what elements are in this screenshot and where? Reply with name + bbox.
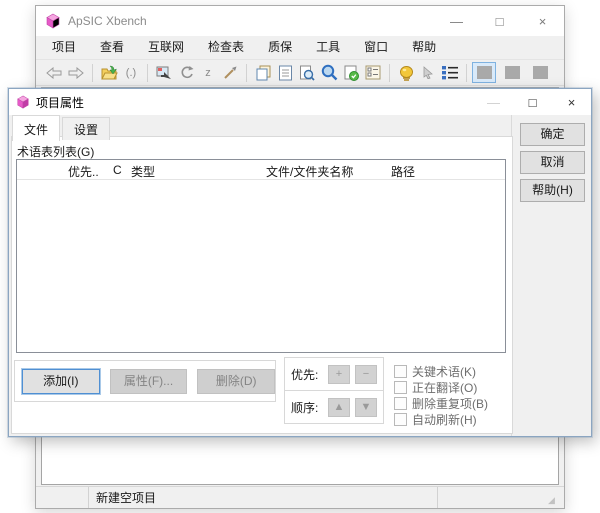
lamp-icon[interactable] bbox=[395, 62, 417, 84]
order-group: 顺序: ▲ ▼ bbox=[284, 390, 384, 424]
checkbox-ongoing-translation[interactable]: 正在翻译(O) bbox=[394, 379, 477, 396]
menu-item-project[interactable]: 项目 bbox=[40, 36, 88, 59]
checked-document-icon[interactable] bbox=[340, 62, 362, 84]
column-header-c[interactable]: C bbox=[110, 160, 128, 179]
priority-decrease-button[interactable]: − bbox=[355, 364, 377, 384]
z-icon[interactable]: z bbox=[197, 62, 219, 84]
back-icon[interactable] bbox=[43, 62, 65, 84]
glossary-list-label: 术语表列表(G) bbox=[17, 145, 95, 159]
tab-settings[interactable]: 设置 bbox=[62, 117, 111, 140]
status-bar-cell bbox=[36, 487, 89, 508]
tab-page-files: 术语表列表(G) 优先.. C 类型 文件/文件夹名称 路径 添加(I) 属性(… bbox=[11, 136, 513, 434]
brackets-icon[interactable]: (.) bbox=[120, 62, 142, 84]
main-title-bar: ApSIC Xbench — □ × bbox=[36, 6, 564, 36]
menu-item-internet[interactable]: 互联网 bbox=[136, 36, 196, 59]
list-view-icon[interactable] bbox=[439, 62, 461, 84]
column-header-type[interactable]: 类型 bbox=[128, 160, 263, 179]
status-bar: 新建空项目 ◢ bbox=[36, 486, 564, 508]
properties-button[interactable]: 属性(F)... bbox=[109, 368, 188, 394]
project-properties-dialog: 项目属性 — □ × 文件 设置 术语表列表(G) 优先.. C 类型 文件/文… bbox=[8, 88, 592, 437]
order-label: 顺序: bbox=[291, 400, 319, 415]
list-buttons-group: 添加(I) 属性(F)... 删除(D) bbox=[14, 360, 276, 402]
column-header-filename[interactable]: 文件/文件夹名称 bbox=[263, 160, 388, 179]
dialog-title-bar: 项目属性 — □ × bbox=[9, 89, 591, 115]
toolbar-separator bbox=[147, 63, 148, 82]
resize-grip[interactable]: ◢ bbox=[548, 495, 564, 508]
minimize-button[interactable]: — bbox=[435, 6, 478, 36]
column-header-path[interactable]: 路径 bbox=[388, 160, 505, 179]
dialog-close-button[interactable]: × bbox=[552, 89, 591, 115]
layout-pane-1-button[interactable] bbox=[472, 62, 496, 83]
cancel-button[interactable]: 取消 bbox=[520, 151, 585, 174]
order-down-button[interactable]: ▼ bbox=[355, 397, 377, 417]
checkbox-label: 删除重复项(B) bbox=[412, 397, 488, 411]
checkbox-key-terms[interactable]: 关键术语(K) bbox=[394, 363, 476, 380]
priority-group: 优先: + − bbox=[284, 357, 384, 391]
main-window-controls: — □ × bbox=[435, 6, 564, 36]
menu-item-qa[interactable]: 质保 bbox=[256, 36, 304, 59]
toolbar-separator bbox=[246, 63, 247, 82]
checkbox-label: 关键术语(K) bbox=[412, 365, 476, 379]
menu-item-window[interactable]: 窗口 bbox=[352, 36, 400, 59]
tab-files[interactable]: 文件 bbox=[12, 115, 61, 141]
checklist-icon[interactable] bbox=[362, 62, 384, 84]
menu-item-view[interactable]: 查看 bbox=[88, 36, 136, 59]
menu-item-help[interactable]: 帮助 bbox=[400, 36, 448, 59]
dialog-title: 项目属性 bbox=[36, 95, 85, 110]
delete-button[interactable]: 删除(D) bbox=[197, 368, 276, 394]
menu-bar: 项目 查看 互联网 检查表 质保 工具 窗口 帮助 bbox=[36, 36, 564, 59]
layout-pane-2-button[interactable] bbox=[500, 62, 524, 83]
close-button[interactable]: × bbox=[521, 6, 564, 36]
rotate-icon[interactable] bbox=[175, 62, 197, 84]
ok-button[interactable]: 确定 bbox=[520, 123, 585, 146]
column-header-blank[interactable] bbox=[17, 160, 65, 179]
toolbar-separator bbox=[466, 63, 467, 82]
dialog-minimize-button[interactable]: — bbox=[474, 89, 513, 115]
help-button[interactable]: 帮助(H) bbox=[520, 179, 585, 202]
order-up-button[interactable]: ▲ bbox=[328, 397, 350, 417]
wand-icon[interactable] bbox=[219, 62, 241, 84]
checkbox-label: 自动刷新(H) bbox=[412, 413, 477, 427]
priority-increase-button[interactable]: + bbox=[328, 364, 350, 384]
toolbar-separator bbox=[92, 63, 93, 82]
open-folder-icon[interactable] bbox=[98, 62, 120, 84]
maximize-button[interactable]: □ bbox=[478, 6, 521, 36]
search-icon[interactable] bbox=[318, 62, 340, 84]
pointer-icon[interactable] bbox=[417, 62, 439, 84]
checkbox-auto-refresh[interactable]: 自动刷新(H) bbox=[394, 411, 477, 428]
layout-pane-3-button[interactable] bbox=[528, 62, 552, 83]
checkbox-label: 正在翻译(O) bbox=[412, 381, 478, 395]
tab-strip: 文件 设置 bbox=[12, 115, 112, 141]
glossary-list-rows[interactable] bbox=[17, 180, 505, 352]
document-icon[interactable] bbox=[274, 62, 296, 84]
copy-icon[interactable] bbox=[252, 62, 274, 84]
app-logo-cube-icon bbox=[45, 13, 61, 29]
menu-item-tools[interactable]: 工具 bbox=[304, 36, 352, 59]
glossary-list-header: 优先.. C 类型 文件/文件夹名称 路径 bbox=[17, 160, 505, 180]
checkbox-remove-duplicates[interactable]: 删除重复项(B) bbox=[394, 395, 488, 412]
dialog-maximize-button[interactable]: □ bbox=[513, 89, 552, 115]
add-button[interactable]: 添加(I) bbox=[22, 368, 100, 394]
dialog-window-controls: — □ × bbox=[474, 89, 591, 115]
checkbox-box[interactable] bbox=[394, 381, 407, 394]
image-edit-icon[interactable] bbox=[153, 62, 175, 84]
menu-item-checklist[interactable]: 检查表 bbox=[196, 36, 256, 59]
checkbox-box[interactable] bbox=[394, 397, 407, 410]
search-document-icon[interactable] bbox=[296, 62, 318, 84]
toolbar: (.) z bbox=[36, 59, 564, 86]
dialog-body: 文件 设置 术语表列表(G) 优先.. C 类型 文件/文件夹名称 路径 添加(… bbox=[9, 115, 591, 436]
checkbox-box[interactable] bbox=[394, 413, 407, 426]
dialog-cube-icon bbox=[16, 95, 30, 109]
forward-icon[interactable] bbox=[65, 62, 87, 84]
main-window-title: ApSIC Xbench bbox=[68, 14, 147, 28]
toolbar-separator bbox=[389, 63, 390, 82]
glossary-list[interactable]: 优先.. C 类型 文件/文件夹名称 路径 bbox=[16, 159, 506, 353]
column-header-priority[interactable]: 优先.. bbox=[65, 160, 110, 179]
priority-label: 优先: bbox=[291, 367, 319, 382]
status-message: 新建空项目 bbox=[89, 487, 438, 508]
dialog-side-panel: 确定 取消 帮助(H) bbox=[511, 115, 591, 436]
checkbox-box[interactable] bbox=[394, 365, 407, 378]
